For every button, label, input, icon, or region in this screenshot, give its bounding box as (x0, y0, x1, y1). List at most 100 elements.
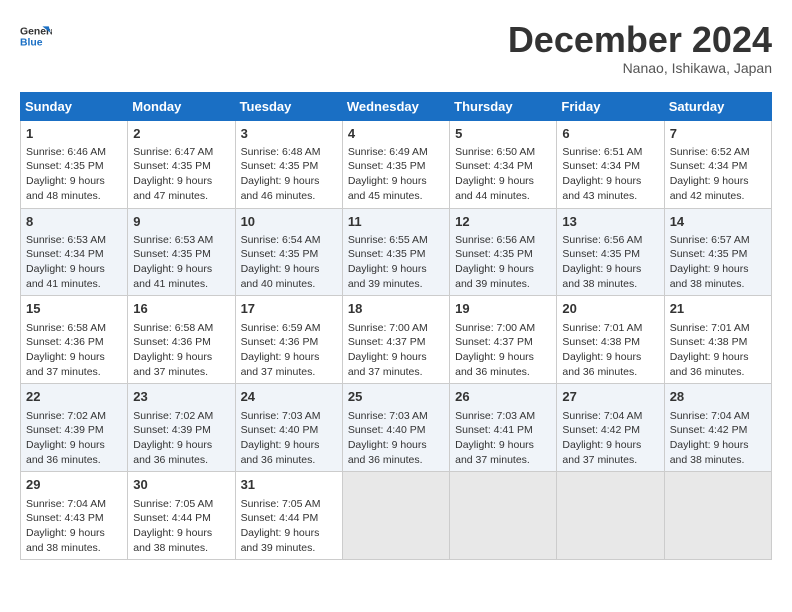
day-info: Sunrise: 6:56 AM Sunset: 4:35 PM Dayligh… (562, 234, 642, 290)
day-number: 29 (26, 476, 122, 494)
calendar-cell: 18Sunrise: 7:00 AM Sunset: 4:37 PM Dayli… (342, 296, 449, 384)
day-number: 23 (133, 388, 229, 406)
page-header: General Blue December 2024 Nanao, Ishika… (20, 20, 772, 76)
day-number: 25 (348, 388, 444, 406)
calendar-cell: 30Sunrise: 7:05 AM Sunset: 4:44 PM Dayli… (128, 472, 235, 560)
logo: General Blue (20, 20, 52, 52)
calendar-cell: 6 Sunrise: 6:51 AM Sunset: 4:34 PM Daylig… (557, 120, 664, 208)
day-number: 8 (26, 213, 122, 231)
calendar-cell (342, 472, 449, 560)
day-info: Sunrise: 6:59 AM Sunset: 4:36 PM Dayligh… (241, 322, 321, 378)
day-info: Sunrise: 7:05 AM Sunset: 4:44 PM Dayligh… (241, 498, 321, 554)
calendar-cell: 2 Sunrise: 6:47 AM Sunset: 4:35 PM Daylig… (128, 120, 235, 208)
calendar-cell (664, 472, 771, 560)
day-number: 13 (562, 213, 658, 231)
calendar-cell: 8 Sunrise: 6:53 AM Sunset: 4:34 PM Daylig… (21, 208, 128, 296)
day-number: 19 (455, 300, 551, 318)
svg-text:Blue: Blue (20, 38, 43, 49)
day-number: 7 (670, 125, 766, 143)
day-number: 11 (348, 213, 444, 231)
calendar-table: SundayMondayTuesdayWednesdayThursdayFrid… (20, 92, 772, 561)
day-number: 12 (455, 213, 551, 231)
day-number: 5 (455, 125, 551, 143)
logo-icon: General Blue (20, 20, 52, 52)
calendar-week-row: 1Sunrise: 6:46 AM Sunset: 4:35 PM Daylig… (21, 120, 772, 208)
day-info: Sunrise: 6:50 AM Sunset: 4:34 PM Dayligh… (455, 146, 535, 202)
calendar-cell: 10Sunrise: 6:54 AM Sunset: 4:35 PM Dayli… (235, 208, 342, 296)
day-info: Sunrise: 6:52 AM Sunset: 4:34 PM Dayligh… (670, 146, 750, 202)
day-info: Sunrise: 6:58 AM Sunset: 4:36 PM Dayligh… (26, 322, 106, 378)
calendar-cell: 26Sunrise: 7:03 AM Sunset: 4:41 PM Dayli… (450, 384, 557, 472)
month-title: December 2024 (508, 20, 772, 60)
day-number: 2 (133, 125, 229, 143)
calendar-cell: 9Sunrise: 6:53 AM Sunset: 4:35 PM Daylig… (128, 208, 235, 296)
calendar-cell: 5 Sunrise: 6:50 AM Sunset: 4:34 PM Daylig… (450, 120, 557, 208)
day-info: Sunrise: 7:03 AM Sunset: 4:40 PM Dayligh… (241, 410, 321, 466)
calendar-cell: 17 Sunrise: 6:59 AM Sunset: 4:36 PM Dayli… (235, 296, 342, 384)
calendar-cell: 11 Sunrise: 6:55 AM Sunset: 4:35 PM Dayli… (342, 208, 449, 296)
day-number: 6 (562, 125, 658, 143)
day-info: Sunrise: 7:02 AM Sunset: 4:39 PM Dayligh… (26, 410, 106, 466)
calendar-cell: 15 Sunrise: 6:58 AM Sunset: 4:36 PM Dayli… (21, 296, 128, 384)
calendar-cell: 31Sunrise: 7:05 AM Sunset: 4:44 PM Dayli… (235, 472, 342, 560)
day-info: Sunrise: 6:46 AM Sunset: 4:35 PM Dayligh… (26, 146, 106, 202)
day-number: 20 (562, 300, 658, 318)
day-number: 10 (241, 213, 337, 231)
day-number: 4 (348, 125, 444, 143)
calendar-week-row: 8 Sunrise: 6:53 AM Sunset: 4:34 PM Daylig… (21, 208, 772, 296)
day-number: 3 (241, 125, 337, 143)
weekday-header-cell: Tuesday (235, 92, 342, 120)
calendar-week-row: 29 Sunrise: 7:04 AM Sunset: 4:43 PM Dayli… (21, 472, 772, 560)
day-info: Sunrise: 7:01 AM Sunset: 4:38 PM Dayligh… (562, 322, 642, 378)
calendar-cell: 29 Sunrise: 7:04 AM Sunset: 4:43 PM Dayli… (21, 472, 128, 560)
day-info: Sunrise: 6:48 AM Sunset: 4:35 PM Dayligh… (241, 146, 321, 202)
day-info: Sunrise: 6:53 AM Sunset: 4:35 PM Dayligh… (133, 234, 213, 290)
day-info: Sunrise: 6:49 AM Sunset: 4:35 PM Dayligh… (348, 146, 428, 202)
calendar-cell: 4 Sunrise: 6:49 AM Sunset: 4:35 PM Daylig… (342, 120, 449, 208)
calendar-cell: 1Sunrise: 6:46 AM Sunset: 4:35 PM Daylig… (21, 120, 128, 208)
calendar-cell: 24 Sunrise: 7:03 AM Sunset: 4:40 PM Dayli… (235, 384, 342, 472)
day-number: 14 (670, 213, 766, 231)
calendar-cell: 21Sunrise: 7:01 AM Sunset: 4:38 PM Dayli… (664, 296, 771, 384)
day-number: 27 (562, 388, 658, 406)
day-number: 28 (670, 388, 766, 406)
day-info: Sunrise: 6:53 AM Sunset: 4:34 PM Dayligh… (26, 234, 106, 290)
location-subtitle: Nanao, Ishikawa, Japan (508, 60, 772, 76)
calendar-cell: 27 Sunrise: 7:04 AM Sunset: 4:42 PM Dayli… (557, 384, 664, 472)
day-number: 24 (241, 388, 337, 406)
day-info: Sunrise: 7:04 AM Sunset: 4:42 PM Dayligh… (562, 410, 642, 466)
day-info: Sunrise: 7:02 AM Sunset: 4:39 PM Dayligh… (133, 410, 213, 466)
weekday-header-cell: Saturday (664, 92, 771, 120)
day-number: 30 (133, 476, 229, 494)
calendar-cell: 16 Sunrise: 6:58 AM Sunset: 4:36 PM Dayli… (128, 296, 235, 384)
day-info: Sunrise: 7:04 AM Sunset: 4:43 PM Dayligh… (26, 498, 106, 554)
calendar-cell (450, 472, 557, 560)
day-info: Sunrise: 7:03 AM Sunset: 4:40 PM Dayligh… (348, 410, 428, 466)
day-info: Sunrise: 6:57 AM Sunset: 4:35 PM Dayligh… (670, 234, 750, 290)
calendar-cell (557, 472, 664, 560)
day-number: 21 (670, 300, 766, 318)
calendar-cell: 23 Sunrise: 7:02 AM Sunset: 4:39 PM Dayli… (128, 384, 235, 472)
day-info: Sunrise: 6:47 AM Sunset: 4:35 PM Dayligh… (133, 146, 213, 202)
day-number: 15 (26, 300, 122, 318)
day-info: Sunrise: 7:00 AM Sunset: 4:37 PM Dayligh… (348, 322, 428, 378)
title-block: December 2024 Nanao, Ishikawa, Japan (508, 20, 772, 76)
day-info: Sunrise: 6:51 AM Sunset: 4:34 PM Dayligh… (562, 146, 642, 202)
calendar-cell: 3 Sunrise: 6:48 AM Sunset: 4:35 PM Daylig… (235, 120, 342, 208)
day-info: Sunrise: 6:58 AM Sunset: 4:36 PM Dayligh… (133, 322, 213, 378)
calendar-body: 1Sunrise: 6:46 AM Sunset: 4:35 PM Daylig… (21, 120, 772, 560)
day-number: 22 (26, 388, 122, 406)
calendar-week-row: 15 Sunrise: 6:58 AM Sunset: 4:36 PM Dayli… (21, 296, 772, 384)
day-info: Sunrise: 6:56 AM Sunset: 4:35 PM Dayligh… (455, 234, 535, 290)
day-info: Sunrise: 7:03 AM Sunset: 4:41 PM Dayligh… (455, 410, 535, 466)
day-number: 16 (133, 300, 229, 318)
calendar-cell: 7 Sunrise: 6:52 AM Sunset: 4:34 PM Daylig… (664, 120, 771, 208)
day-number: 17 (241, 300, 337, 318)
day-info: Sunrise: 6:55 AM Sunset: 4:35 PM Dayligh… (348, 234, 428, 290)
day-info: Sunrise: 7:04 AM Sunset: 4:42 PM Dayligh… (670, 410, 750, 466)
calendar-cell: 19Sunrise: 7:00 AM Sunset: 4:37 PM Dayli… (450, 296, 557, 384)
calendar-cell: 20 Sunrise: 7:01 AM Sunset: 4:38 PM Dayli… (557, 296, 664, 384)
calendar-cell: 12 Sunrise: 6:56 AM Sunset: 4:35 PM Dayli… (450, 208, 557, 296)
weekday-header-row: SundayMondayTuesdayWednesdayThursdayFrid… (21, 92, 772, 120)
weekday-header-cell: Thursday (450, 92, 557, 120)
